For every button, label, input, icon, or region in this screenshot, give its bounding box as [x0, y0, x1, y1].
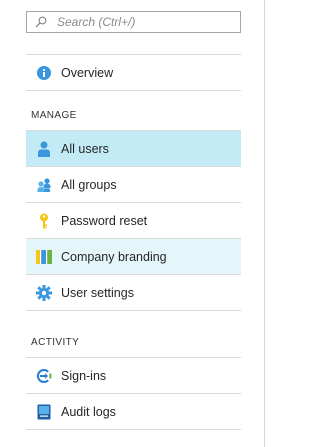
nav-item-sign-ins[interactable]: Sign-ins — [26, 358, 241, 393]
branding-icon — [36, 249, 52, 265]
nav-item-label: Company branding — [61, 249, 167, 264]
search-input[interactable] — [51, 15, 237, 29]
group-icon — [36, 177, 52, 193]
nav-item-label: Overview — [61, 65, 114, 80]
divider — [26, 90, 241, 91]
divider — [26, 429, 241, 430]
user-icon — [36, 141, 52, 157]
nav-item-label: Sign-ins — [61, 368, 107, 383]
divider — [26, 310, 241, 311]
navigation-panel: Overview MANAGE All users All groups — [0, 0, 265, 447]
section-heading-activity: ACTIVITY — [31, 337, 80, 348]
nav-item-overview[interactable]: Overview — [26, 55, 241, 90]
search-box[interactable] — [26, 11, 241, 33]
nav-item-label: All groups — [61, 177, 117, 192]
gear-icon — [36, 284, 52, 301]
sign-ins-icon — [36, 368, 52, 384]
search-icon — [31, 16, 51, 28]
nav-item-label: User settings — [61, 285, 134, 300]
nav-item-all-users[interactable]: All users — [26, 131, 241, 166]
nav-item-all-groups[interactable]: All groups — [26, 167, 241, 202]
info-icon — [36, 65, 52, 81]
audit-log-icon — [36, 404, 52, 420]
nav-item-password-reset[interactable]: Password reset — [26, 203, 241, 238]
nav-item-user-settings[interactable]: User settings — [26, 275, 241, 310]
nav-item-audit-logs[interactable]: Audit logs — [26, 394, 241, 429]
key-icon — [36, 213, 52, 229]
section-heading-manage: MANAGE — [31, 110, 77, 121]
nav-item-company-branding[interactable]: Company branding — [26, 239, 241, 274]
nav-item-label: Password reset — [61, 213, 148, 228]
nav-item-label: All users — [61, 141, 109, 156]
nav-item-label: Audit logs — [61, 404, 116, 419]
